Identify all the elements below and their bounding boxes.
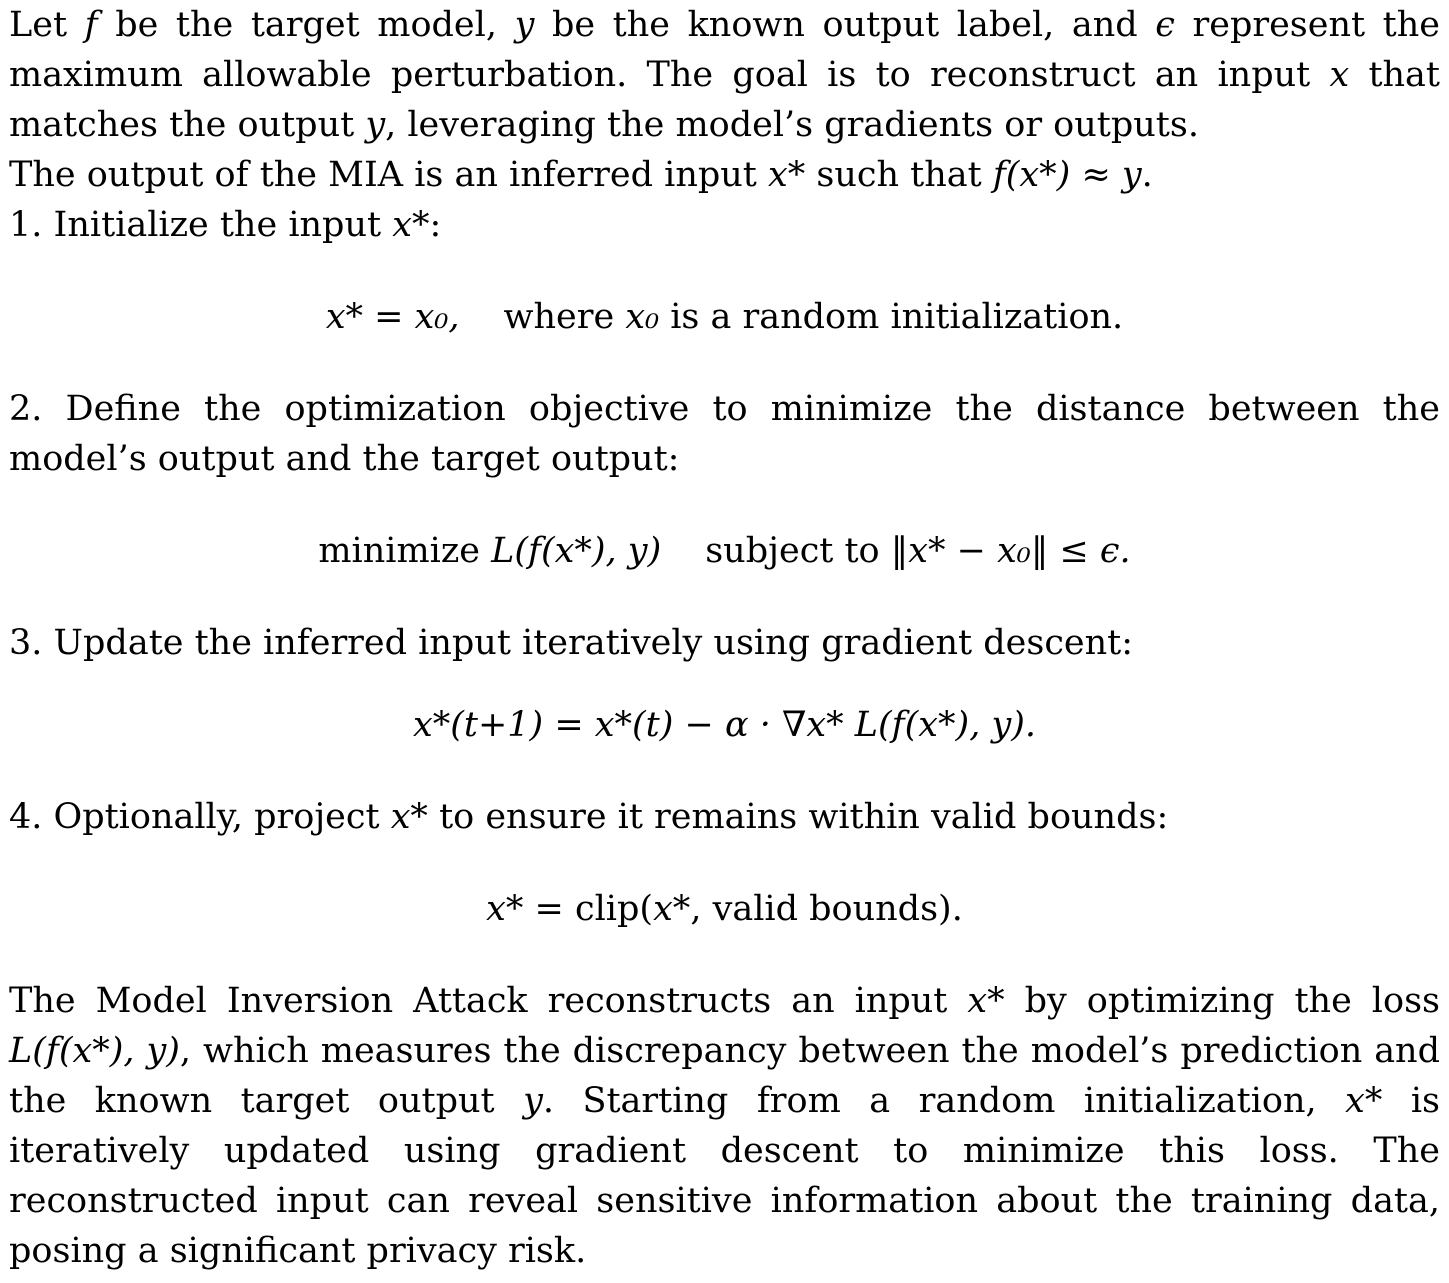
equation-1: x* = x₀, where x₀ is a random initializat… <box>9 292 1440 342</box>
equation-3: x*(t+1) = x*(t) − α · ∇x* L(f(x*), y). <box>413 705 1036 745</box>
equation-lhs: x* = x₀, <box>325 297 460 337</box>
equation-text: minimize <box>318 531 492 571</box>
equation-loss: L(f(x*), y) <box>491 531 662 571</box>
math-x: x <box>1329 55 1350 95</box>
intro-text: , leveraging the model’s gradients or ou… <box>385 105 1199 145</box>
math-loss: L(f(x*), y) <box>9 1031 180 1071</box>
equation-text: where <box>503 297 626 337</box>
step-text: 4. Optionally, project <box>9 797 391 837</box>
math-y: y <box>514 5 535 45</box>
summary-text: . Starting from a random initialization, <box>542 1081 1346 1121</box>
math-xstar: x* <box>653 889 691 929</box>
sentence-text: The output of the MIA is an inferred inp… <box>9 155 768 195</box>
equation-lhs: x* = <box>486 889 575 929</box>
intro-text: be the known output label, and <box>534 5 1156 45</box>
math-xstar: x* <box>768 155 806 195</box>
step-1: 1. Initialize the input x*: <box>9 200 1440 250</box>
summary-text: The Model Inversion Attack reconstructs … <box>9 981 968 1021</box>
step-2: 2. Define the optimization objective to … <box>9 389 1440 479</box>
math-xstar: x* <box>967 981 1005 1021</box>
equation-text: subject to <box>705 531 891 571</box>
document-page: Let f be the target model, y be the know… <box>0 0 1449 1283</box>
equation-4: x* = clip(x*, valid bounds). <box>9 884 1440 934</box>
math-x0: x₀ <box>625 297 660 337</box>
intro-text: be the target model, <box>97 5 515 45</box>
sentence-text: . <box>1141 155 1153 195</box>
step-text: to ensure it remains within valid bounds… <box>427 797 1169 837</box>
step-label: : <box>429 205 442 245</box>
output-sentence: The output of the MIA is an inferred inp… <box>9 150 1440 200</box>
step-label: 1. Initialize the input <box>9 205 393 245</box>
math-expression: f(x*) ≈ y <box>992 155 1142 195</box>
math-xstar: x* <box>392 205 430 245</box>
step-4: 4. Optionally, project x* to ensure it r… <box>9 792 1440 842</box>
math-y: y <box>365 105 386 145</box>
equation-constraint: ‖x* − x₀‖ ≤ ϵ. <box>890 531 1131 571</box>
math-f: f <box>84 5 98 45</box>
summary-paragraph: The Model Inversion Attack reconstructs … <box>9 976 1440 1276</box>
summary-text: by optimizing the loss <box>1004 981 1440 1021</box>
math-xstar: x* <box>1345 1081 1383 1121</box>
intro-text: Let <box>9 5 85 45</box>
step-3: 3. Update the inferred input iteratively… <box>9 623 1134 663</box>
equation-text: is a random initialization. <box>659 297 1124 337</box>
sentence-text: such that <box>805 155 993 195</box>
equation-text: clip( <box>575 889 654 929</box>
intro-paragraph: Let f be the target model, y be the know… <box>9 0 1440 150</box>
math-epsilon: ϵ <box>1155 5 1175 45</box>
equation-text: , valid bounds). <box>690 889 963 929</box>
math-y: y <box>523 1081 543 1121</box>
equation-2: minimize L(f(x*), y) subject to ‖x* − x₀‖… <box>9 526 1440 576</box>
math-xstar: x* <box>390 797 428 837</box>
